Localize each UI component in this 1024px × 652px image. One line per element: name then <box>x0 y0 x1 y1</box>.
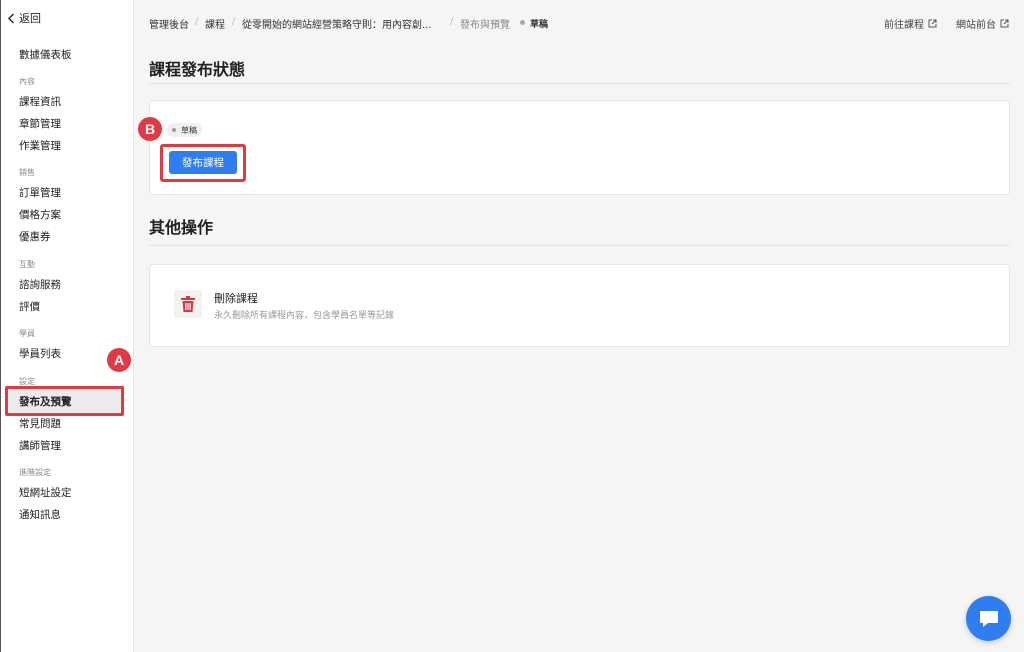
sidebar-group-interaction: 互動 <box>19 260 35 269</box>
sidebar-item-assignments[interactable]: 作業管理 <box>19 138 61 153</box>
status-badge-label: 草稿 <box>181 125 197 135</box>
sidebar-group-students: 學員 <box>19 329 35 338</box>
site-front-label: 網站前台 <box>956 20 996 31</box>
breadcrumb-separator: / <box>232 16 236 27</box>
breadcrumb-course-name[interactable]: 從零開始的網站經營策略守則：用內容創... <box>242 16 440 31</box>
breadcrumb-admin[interactable]: 管理後台 <box>149 16 189 31</box>
sidebar-item-short-url[interactable]: 短網址設定 <box>19 485 72 500</box>
trash-icon <box>181 296 195 312</box>
chat-button[interactable] <box>966 596 1011 641</box>
chat-bubble-icon <box>979 610 998 627</box>
divider <box>149 83 1010 84</box>
sidebar-group-advanced: 進階設定 <box>19 468 51 477</box>
breadcrumb-current: 發布與預覽 <box>460 20 510 31</box>
external-link-icon <box>1000 19 1009 28</box>
sidebar-item-chapters[interactable]: 章節管理 <box>19 116 61 131</box>
annotation-badge-a: A <box>107 348 131 372</box>
sidebar-group-content: 內容 <box>19 77 35 86</box>
site-front-link[interactable]: 網站前台 <box>956 16 1009 31</box>
sidebar-item-notifications[interactable]: 通知訊息 <box>19 507 61 522</box>
external-link-icon <box>928 19 937 28</box>
breadcrumb-courses[interactable]: 課程 <box>205 16 225 31</box>
sidebar-item-coupons[interactable]: 優惠券 <box>19 229 51 244</box>
other-section-title: 其他操作 <box>149 218 214 237</box>
go-course-label: 前往課程 <box>884 20 924 31</box>
delete-course-description: 永久刪除所有課程內容，包含學員名單等記錄 <box>214 311 395 321</box>
sidebar-item-publish-preview[interactable]: 發布及預覽 <box>19 394 72 409</box>
sidebar-item-faq[interactable]: 常見問題 <box>19 416 61 431</box>
breadcrumb-separator: / <box>450 16 454 27</box>
status-dot-icon <box>172 128 176 132</box>
back-label: 返回 <box>19 12 41 25</box>
sidebar: 返回 數據儀表板 內容 課程資訊 章節管理 作業管理 銷售 訂單管理 價格方案 … <box>1 0 134 652</box>
breadcrumb-separator: / <box>195 16 199 27</box>
delete-course-icon-box[interactable] <box>174 290 202 318</box>
publish-status-card <box>149 100 1010 195</box>
chevron-left-icon <box>8 13 14 23</box>
status-badge: 草稿 <box>167 123 202 137</box>
delete-course-title[interactable]: 刪除課程 <box>214 290 258 306</box>
sidebar-item-consulting[interactable]: 諮詢服務 <box>19 277 61 292</box>
divider <box>149 245 1010 246</box>
sidebar-item-reviews[interactable]: 評價 <box>19 299 40 314</box>
go-course-link[interactable]: 前往課程 <box>884 16 937 31</box>
sidebar-group-sales: 銷售 <box>19 168 35 177</box>
breadcrumb-status: 草稿 <box>530 20 549 30</box>
sidebar-item-orders[interactable]: 訂單管理 <box>19 185 61 200</box>
sidebar-item-instructors[interactable]: 講師管理 <box>19 438 61 453</box>
sidebar-item-course-info[interactable]: 課程資訊 <box>19 94 61 109</box>
sidebar-item-dashboard[interactable]: 數據儀表板 <box>19 47 72 62</box>
publish-course-button[interactable]: 發布課程 <box>169 151 237 174</box>
sidebar-item-student-list[interactable]: 學員列表 <box>19 346 61 361</box>
status-dot-icon <box>520 20 525 25</box>
annotation-badge-b: B <box>138 117 162 141</box>
publish-section-title: 課程發布狀態 <box>149 60 246 79</box>
sidebar-item-pricing[interactable]: 價格方案 <box>19 207 61 222</box>
back-button[interactable]: 返回 <box>7 10 41 26</box>
delete-course-card[interactable] <box>149 264 1010 347</box>
